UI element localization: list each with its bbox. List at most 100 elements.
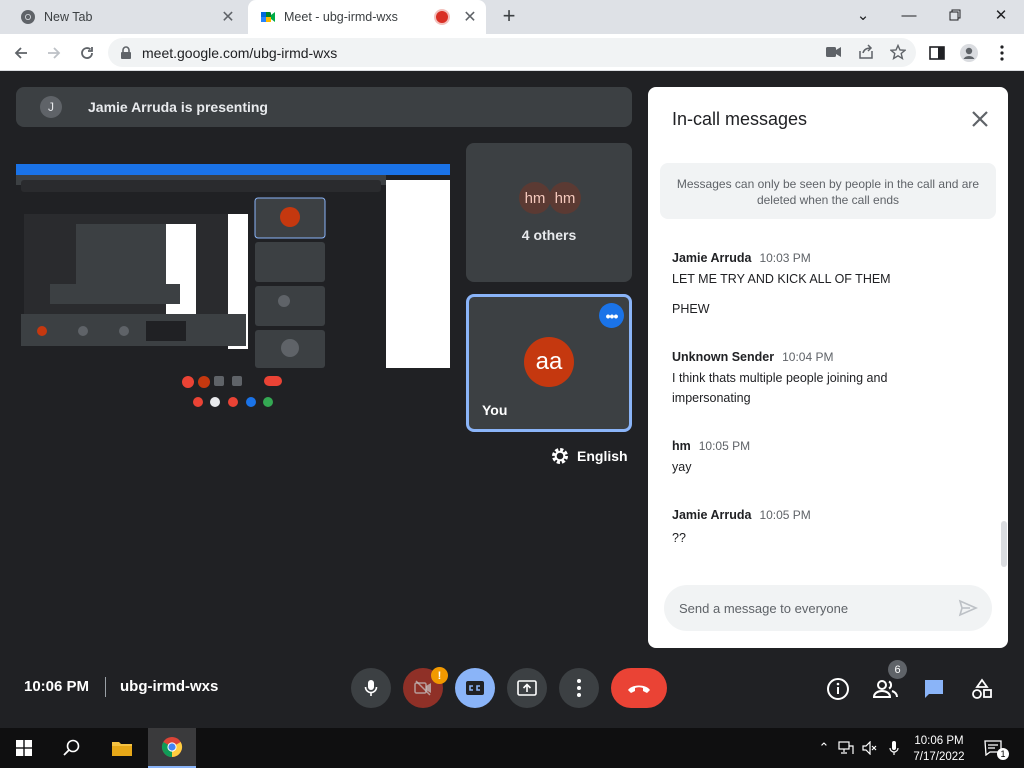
divider: [105, 677, 106, 697]
reload-icon[interactable]: [74, 40, 100, 66]
chat-scrollbar[interactable]: [1001, 521, 1007, 567]
chat-notice: Messages can only be seen by people in t…: [660, 163, 996, 219]
others-tile[interactable]: hm hm 4 others: [466, 143, 632, 282]
people-icon: [873, 680, 898, 698]
search-button[interactable]: [48, 728, 96, 768]
file-explorer-button[interactable]: [98, 728, 146, 768]
participant-avatar: hm: [519, 182, 551, 214]
chat-title: In-call messages: [672, 109, 808, 129]
present-screen-icon: [517, 680, 537, 696]
caption-language-button[interactable]: English: [550, 446, 628, 466]
message-sender: Jamie Arruda: [672, 508, 752, 522]
meeting-code: ubg-irmd-wxs: [120, 678, 219, 695]
camera-warning-badge: !: [431, 667, 448, 684]
address-bar[interactable]: meet.google.com/ubg-irmd-wxs: [108, 38, 916, 67]
volume-muted-icon[interactable]: [860, 738, 880, 758]
self-tile[interactable]: ••• aa You: [466, 294, 632, 432]
taskbar-time: 10:06 PM: [914, 735, 964, 747]
more-vert-icon: [577, 679, 581, 697]
presenter-avatar: J: [40, 96, 62, 118]
tab-title: Meet - ubg-irmd-wxs: [284, 10, 398, 24]
camera-in-use-icon[interactable]: [824, 42, 844, 62]
message-sender: hm: [672, 439, 691, 453]
message-text: ??: [672, 531, 686, 545]
sidepanel-icon[interactable]: [926, 42, 948, 64]
lock-icon: [121, 45, 131, 59]
taskbar-clock[interactable]: 10:06 PM 7/17/2022: [906, 733, 972, 765]
microphone-tray-icon[interactable]: [884, 738, 904, 758]
tab-strip: New Tab ✕ Meet - ubg-irmd-wxs ✕ + ⌄ — ✕: [0, 0, 1024, 34]
chevron-up-icon[interactable]: ⌃: [814, 738, 834, 758]
forward-icon[interactable]: [41, 40, 67, 66]
message-sender: Unknown Sender: [672, 350, 775, 364]
message-group: Jamie Arruda 10:05 PM ??: [672, 508, 982, 548]
restore-button[interactable]: [932, 0, 978, 30]
tab-meet[interactable]: Meet - ubg-irmd-wxs ✕: [248, 0, 486, 34]
meet-icon: [261, 12, 275, 22]
tab-search-icon[interactable]: ⌄: [840, 0, 886, 30]
others-count-label: 4 others: [521, 227, 577, 243]
hangup-icon: [628, 685, 650, 693]
more-options-button[interactable]: [559, 668, 599, 708]
info-icon: [827, 678, 849, 700]
tab-new-tab[interactable]: New Tab ✕: [8, 0, 244, 34]
new-tab-button[interactable]: +: [497, 5, 521, 29]
chrome-taskbar-button[interactable]: [148, 728, 196, 768]
people-count-badge: 6: [888, 660, 907, 679]
activities-button[interactable]: [969, 676, 995, 702]
chrome-icon: [161, 737, 183, 758]
chat-input-box[interactable]: [664, 585, 992, 631]
self-avatar: aa: [524, 337, 574, 387]
menu-icon[interactable]: [991, 42, 1013, 64]
message-text: yay: [672, 460, 692, 474]
notification-count-badge: 1: [997, 748, 1009, 760]
close-window-button[interactable]: ✕: [978, 0, 1024, 30]
back-icon[interactable]: [8, 40, 34, 66]
gear-icon: [552, 448, 568, 464]
captions-button[interactable]: [455, 668, 495, 708]
message-group: Unknown Sender 10:04 PM I think thats mu…: [672, 350, 982, 408]
meeting-time: 10:06 PM: [24, 678, 90, 695]
leave-call-button[interactable]: [611, 668, 667, 708]
search-icon: [63, 739, 80, 756]
chat-button[interactable]: [921, 676, 947, 702]
message-group: hm 10:05 PM yay: [672, 439, 982, 477]
participant-avatar: hm: [549, 182, 581, 214]
chat-message-input[interactable]: [679, 600, 939, 616]
message-time: 10:05 PM: [759, 508, 811, 522]
close-tab-icon[interactable]: ✕: [460, 7, 480, 27]
message-sender: Jamie Arruda: [672, 251, 752, 265]
send-icon[interactable]: [958, 598, 978, 618]
windows-taskbar: ⌃ 10:06 PM 7/17/2022 1: [0, 728, 1024, 768]
captions-icon: [466, 681, 484, 695]
caption-language-label: English: [577, 448, 628, 464]
close-tab-icon[interactable]: ✕: [218, 7, 238, 27]
profile-icon[interactable]: [958, 42, 980, 64]
camera-off-icon: [414, 680, 431, 696]
present-button[interactable]: [507, 668, 547, 708]
minimize-button[interactable]: —: [886, 0, 932, 30]
people-button[interactable]: [873, 676, 899, 702]
recording-icon: [436, 11, 448, 23]
self-label: You: [482, 402, 508, 418]
message-text: I think thats multiple people joining an…: [672, 371, 888, 385]
share-icon[interactable]: [856, 42, 876, 62]
microphone-icon: [364, 680, 378, 696]
chat-icon: [925, 680, 943, 698]
message-time: 10:04 PM: [782, 350, 834, 364]
microphone-button[interactable]: [351, 668, 391, 708]
star-icon[interactable]: [888, 42, 908, 62]
start-button[interactable]: [0, 728, 48, 768]
more-options-icon[interactable]: •••: [599, 303, 624, 328]
chrome-icon: [21, 10, 35, 24]
message-time: 10:03 PM: [759, 251, 811, 265]
close-icon[interactable]: [968, 107, 992, 131]
network-icon[interactable]: [836, 738, 856, 758]
message-time: 10:05 PM: [698, 439, 751, 453]
url-text: meet.google.com/ubg-irmd-wxs: [142, 44, 338, 61]
meeting-details-button[interactable]: [825, 676, 851, 702]
folder-icon: [112, 742, 132, 756]
presenting-text: Jamie Arruda is presenting: [88, 99, 268, 115]
chat-panel: In-call messages Messages can only be se…: [648, 87, 1008, 648]
activities-icon: [972, 678, 992, 699]
